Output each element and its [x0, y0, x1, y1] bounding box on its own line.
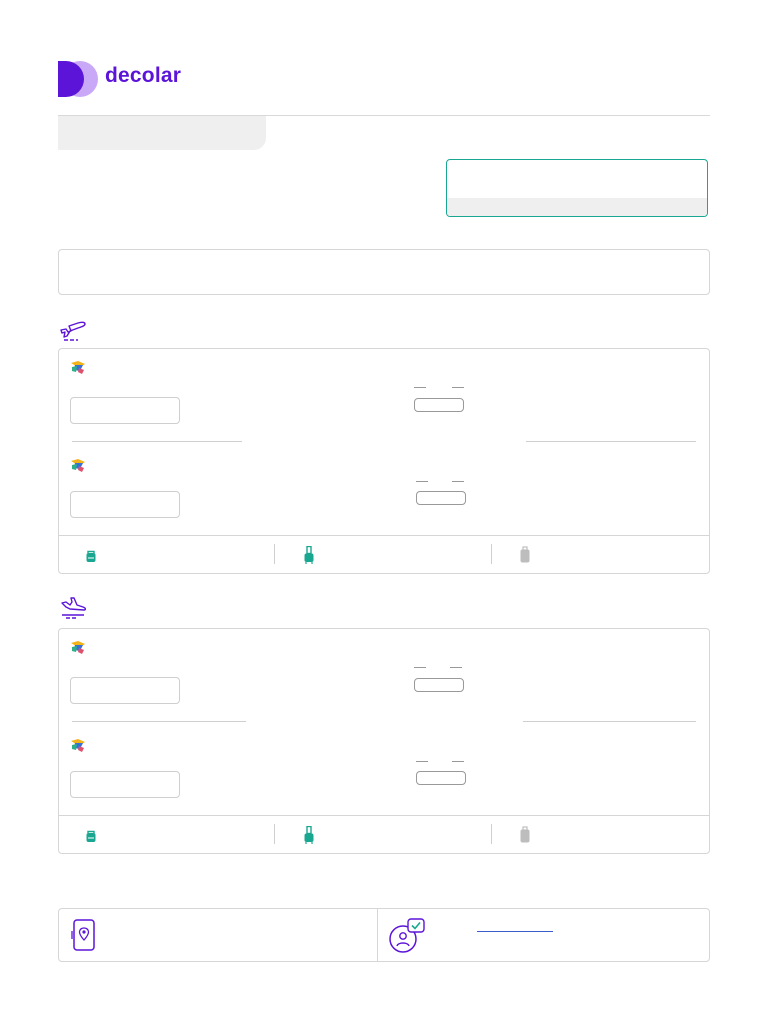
plane-takeoff-icon	[60, 321, 86, 341]
personal-item-icon	[86, 550, 96, 562]
date-field	[70, 677, 180, 704]
carry-on-icon	[304, 826, 314, 844]
price-summary-box	[446, 159, 708, 217]
airline-logo-icon	[71, 739, 85, 752]
segment-divider	[72, 721, 246, 722]
loading-placeholder-tab	[58, 116, 266, 150]
help-link[interactable]	[477, 931, 553, 932]
time-placeholder-line	[452, 761, 464, 762]
help-info-box	[58, 908, 710, 962]
time-placeholder-line	[414, 387, 426, 388]
airline-logo-icon	[71, 361, 85, 374]
info-divider	[377, 909, 378, 961]
segment-divider	[523, 721, 696, 722]
duration-field	[414, 398, 464, 412]
time-placeholder-line	[452, 387, 464, 388]
notice-box	[58, 249, 710, 295]
flight-segment	[59, 723, 709, 817]
airline-logo-icon	[71, 641, 85, 654]
person-verified-icon	[389, 918, 425, 953]
baggage-row	[59, 815, 709, 854]
flight-segment	[59, 443, 709, 537]
duration-field	[416, 771, 466, 785]
checked-bag-icon	[520, 826, 530, 843]
personal-item-icon	[86, 830, 96, 842]
carry-on-icon	[304, 546, 314, 564]
flight-segment	[59, 629, 709, 723]
date-field	[70, 397, 180, 424]
brand-name[interactable]: decolar	[105, 64, 181, 88]
plane-landing-icon	[61, 597, 87, 619]
duration-field	[416, 491, 466, 505]
checked-bag-icon	[520, 546, 530, 563]
baggage-divider	[274, 824, 275, 844]
price-summary-placeholder-bar	[447, 198, 707, 216]
baggage-divider	[274, 544, 275, 564]
time-placeholder-line	[452, 481, 464, 482]
time-placeholder-line	[450, 667, 462, 668]
baggage-divider	[491, 824, 492, 844]
outbound-flight-card[interactable]	[58, 348, 710, 574]
date-field	[70, 491, 180, 518]
date-field	[70, 771, 180, 798]
airline-logo-icon	[71, 459, 85, 472]
flight-segment	[59, 349, 709, 443]
baggage-divider	[491, 544, 492, 564]
time-placeholder-line	[416, 761, 428, 762]
segment-divider	[526, 441, 696, 442]
return-flight-card[interactable]	[58, 628, 710, 854]
duration-field	[414, 678, 464, 692]
time-placeholder-line	[414, 667, 426, 668]
phone-location-icon	[71, 919, 95, 951]
brand-logo-mark[interactable]	[58, 60, 98, 98]
segment-divider	[72, 441, 242, 442]
time-placeholder-line	[416, 481, 428, 482]
baggage-row	[59, 535, 709, 574]
